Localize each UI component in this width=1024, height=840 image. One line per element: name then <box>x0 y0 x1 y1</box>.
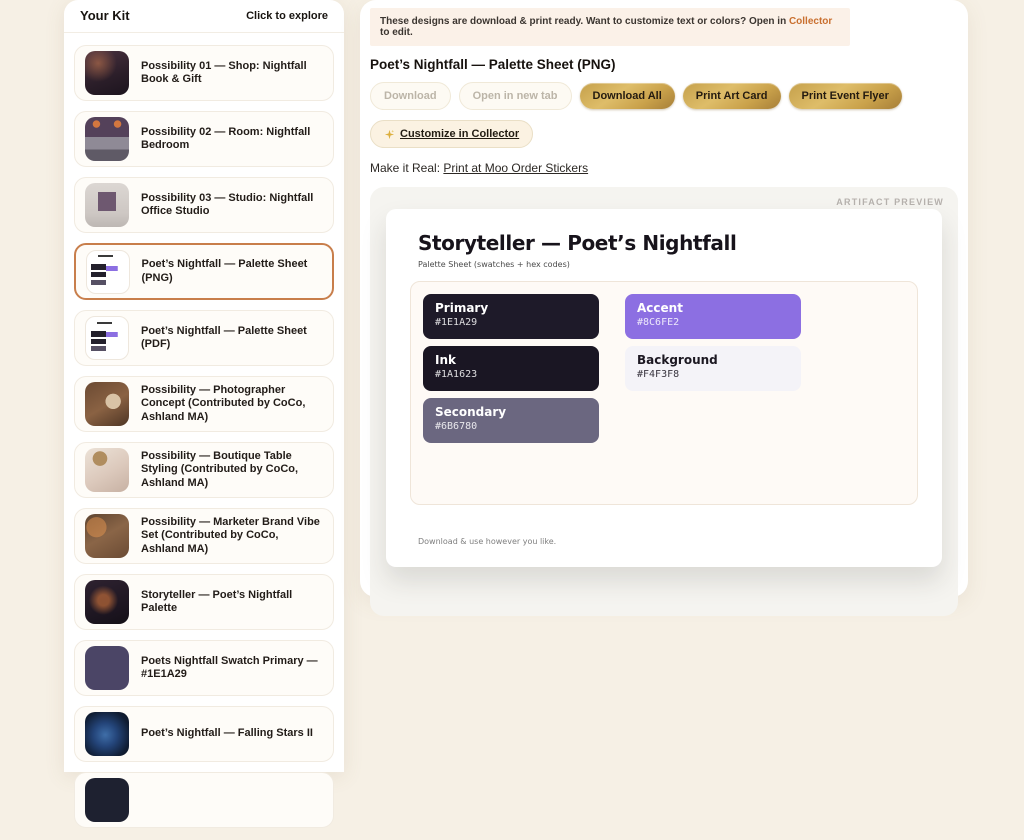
click-to-explore-hint: Click to explore <box>246 10 328 22</box>
kit-item-thumbnail <box>85 514 129 558</box>
swatch-name: Accent <box>637 301 789 315</box>
moo-stickers-link[interactable]: Print at Moo Order Stickers <box>443 161 588 175</box>
kit-item-label: Poet’s Nightfall — Palette Sheet (PDF) <box>141 325 323 352</box>
download-all-button[interactable]: Download All <box>580 83 675 109</box>
collector-link[interactable]: Collector <box>789 16 832 27</box>
swatch-name: Background <box>637 353 789 367</box>
kit-item[interactable]: Poet’s Nightfall — Falling Stars II <box>74 706 334 762</box>
open-in-new-tab-button[interactable]: Open in new tab <box>459 82 572 110</box>
notice-banner: These designs are download & print ready… <box>370 8 850 46</box>
swatch-column-right: Accent #8C6FE2 Background #F4F3F8 <box>625 294 801 391</box>
artifact-preview-badge: ARTIFACT PREVIEW <box>836 197 944 207</box>
kit-item-thumbnail <box>85 646 129 690</box>
kit-item-list: Possibility 01 — Shop: Nightfall Book & … <box>64 33 344 840</box>
kit-item[interactable]: Poets Nightfall Swatch Primary — #1E1A29 <box>74 640 334 696</box>
kit-item[interactable]: Possibility — Marketer Brand Vibe Set (C… <box>74 508 334 564</box>
kit-item-label: Possibility 02 — Room: Nightfall Bedroom <box>141 126 323 153</box>
notice-text-after: to edit. <box>380 27 413 38</box>
kit-item-label: Possibility 01 — Shop: Nightfall Book & … <box>141 60 323 87</box>
swatch-panel: Primary #1E1A29 Ink #1A1623 Secondary #6… <box>410 281 918 505</box>
swatch-hex: #1E1A29 <box>435 317 587 328</box>
swatch-name: Primary <box>435 301 587 315</box>
print-event-flyer-button[interactable]: Print Event Flyer <box>789 83 902 109</box>
color-swatch: Ink #1A1623 <box>423 346 599 391</box>
color-swatch: Primary #1E1A29 <box>423 294 599 339</box>
artifact-preview: ARTIFACT PREVIEW Storyteller — Poet’s Ni… <box>370 187 958 616</box>
customize-label: Customize in Collector <box>400 128 519 140</box>
kit-item-thumbnail <box>85 778 129 822</box>
kit-item-label: Possibility — Marketer Brand Vibe Set (C… <box>141 516 323 556</box>
kit-item-thumbnail <box>85 51 129 95</box>
kit-item[interactable]: Possibility 03 — Studio: Nightfall Offic… <box>74 177 334 233</box>
kit-item-thumbnail <box>85 712 129 756</box>
artifact-page-title: Poet’s Nightfall — Palette Sheet (PNG) <box>370 57 958 72</box>
swatch-hex: #1A1623 <box>435 369 587 380</box>
make-it-real-line: Make it Real: Print at Moo Order Sticker… <box>370 161 958 175</box>
kit-sidebar: Your Kit Click to explore Possibility 01… <box>64 0 344 772</box>
swatch-hex: #F4F3F8 <box>637 369 789 380</box>
kit-item[interactable] <box>74 772 334 828</box>
action-button-row: Download Open in new tab Download All Pr… <box>370 82 958 110</box>
notice-text-before: These designs are download & print ready… <box>380 16 789 27</box>
kit-item-label: Storyteller — Poet’s Nightfall Palette <box>141 589 323 616</box>
kit-item-label: Poets Nightfall Swatch Primary — #1E1A29 <box>141 655 323 682</box>
kit-item-thumbnail <box>85 183 129 227</box>
kit-item-thumbnail <box>85 316 129 360</box>
swatch-name: Secondary <box>435 405 587 419</box>
download-button[interactable]: Download <box>370 82 451 110</box>
kit-item[interactable]: Storyteller — Poet’s Nightfall Palette <box>74 574 334 630</box>
kit-item[interactable]: Possibility 02 — Room: Nightfall Bedroom <box>74 111 334 167</box>
color-swatch: Secondary #6B6780 <box>423 398 599 443</box>
kit-item-label: Possibility — Boutique Table Styling (Co… <box>141 450 323 490</box>
color-swatch: Accent #8C6FE2 <box>625 294 801 339</box>
sidebar-header: Your Kit Click to explore <box>64 0 344 33</box>
color-swatch: Background #F4F3F8 <box>625 346 801 391</box>
kit-item-thumbnail <box>85 580 129 624</box>
kit-item-thumbnail <box>86 250 130 294</box>
print-art-card-button[interactable]: Print Art Card <box>683 83 781 109</box>
palette-card-footer: Download & use however you like. <box>418 537 918 546</box>
kit-item[interactable]: Possibility — Boutique Table Styling (Co… <box>74 442 334 498</box>
main-panel: These designs are download & print ready… <box>360 0 968 597</box>
palette-card-subtitle: Palette Sheet (swatches + hex codes) <box>418 260 918 269</box>
kit-item-thumbnail <box>85 448 129 492</box>
kit-item[interactable]: Poet’s Nightfall — Palette Sheet (PDF) <box>74 310 334 366</box>
kit-item-label: Poet’s Nightfall — Palette Sheet (PNG) <box>142 258 323 285</box>
kit-item-thumbnail <box>85 382 129 426</box>
kit-item[interactable]: Possibility 01 — Shop: Nightfall Book & … <box>74 45 334 101</box>
swatch-hex: #8C6FE2 <box>637 317 789 328</box>
kit-item[interactable]: Poet’s Nightfall — Palette Sheet (PNG) <box>74 243 334 300</box>
palette-sheet-card: Storyteller — Poet’s Nightfall Palette S… <box>386 209 942 567</box>
kit-item-label: Possibility 03 — Studio: Nightfall Offic… <box>141 192 323 219</box>
make-it-real-label: Make it Real: <box>370 161 440 175</box>
swatch-name: Ink <box>435 353 587 367</box>
kit-item-label: Possibility — Photographer Concept (Cont… <box>141 384 323 424</box>
swatch-hex: #6B6780 <box>435 421 587 432</box>
palette-card-title: Storyteller — Poet’s Nightfall <box>418 231 918 255</box>
sidebar-title: Your Kit <box>80 8 130 23</box>
kit-item-label: Poet’s Nightfall — Falling Stars II <box>141 727 313 740</box>
customize-in-collector-button[interactable]: Customize in Collector <box>370 120 533 148</box>
kit-item[interactable]: Possibility — Photographer Concept (Cont… <box>74 376 334 432</box>
sparkle-icon <box>384 129 395 140</box>
swatch-column-left: Primary #1E1A29 Ink #1A1623 Secondary #6… <box>423 294 599 443</box>
kit-item-thumbnail <box>85 117 129 161</box>
